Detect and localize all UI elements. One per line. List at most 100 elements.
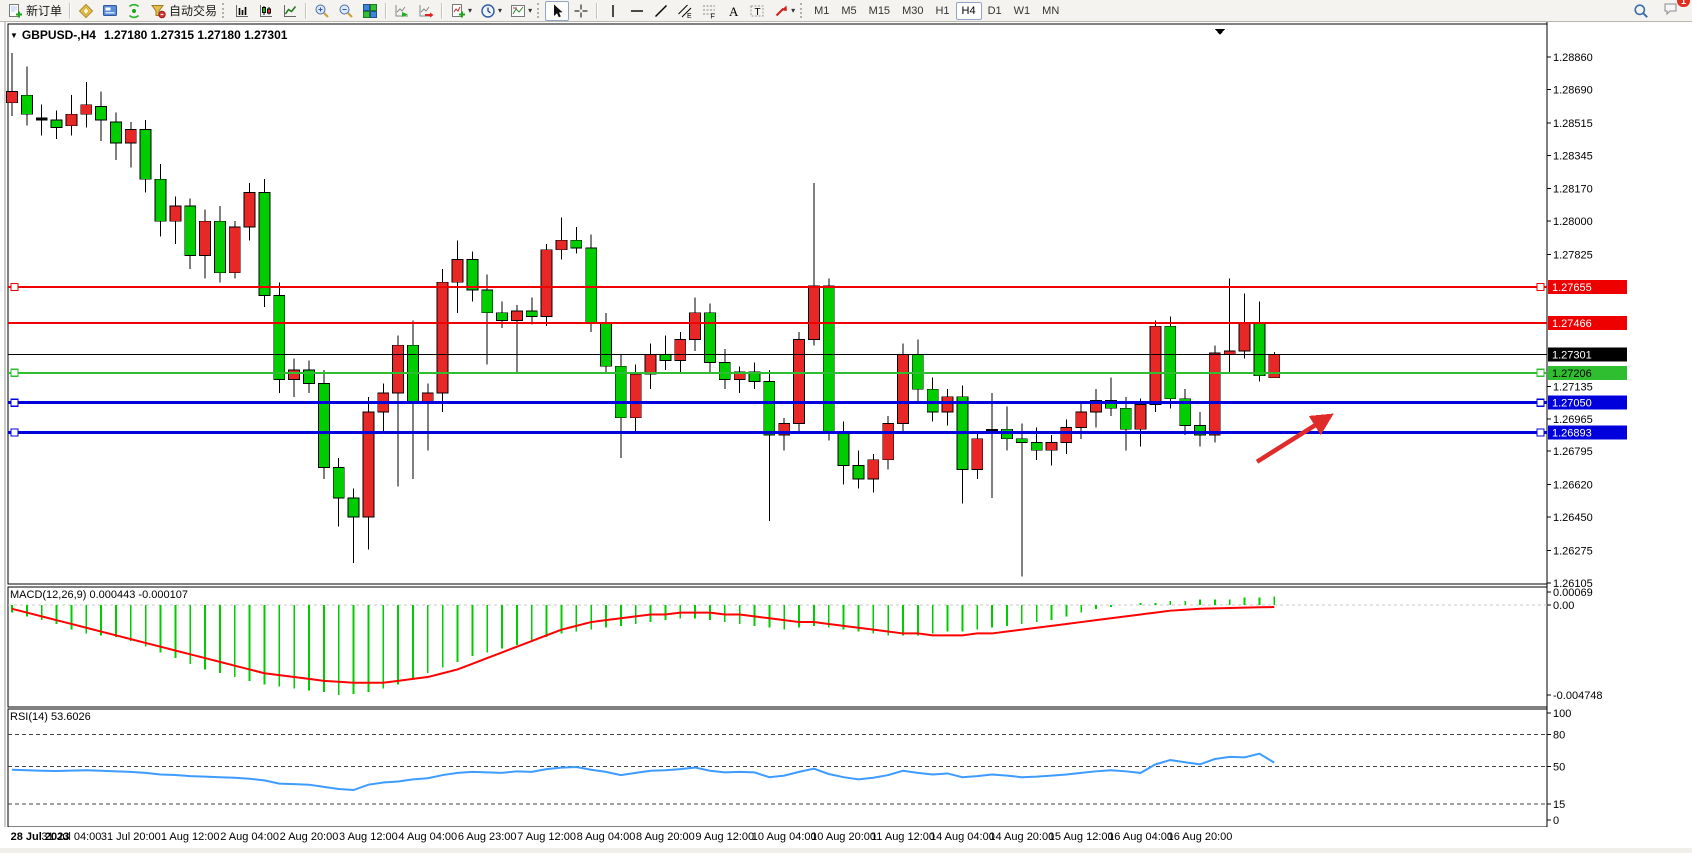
candle (660, 355, 671, 361)
candle (7, 91, 18, 102)
vertical-line-button[interactable] (601, 1, 625, 21)
line-handle[interactable] (11, 369, 18, 376)
svg-text:T: T (755, 7, 761, 18)
metaeditor-button[interactable] (74, 1, 98, 21)
candle (1209, 353, 1220, 435)
line-handle[interactable] (1537, 369, 1544, 376)
horizontal-line-button[interactable] (625, 1, 649, 21)
candle (66, 114, 77, 125)
text-label-icon: T (749, 3, 765, 19)
channel-button[interactable]: E (673, 1, 697, 21)
chart-shift-button[interactable] (414, 1, 438, 21)
indicators-button[interactable]: ▾ (446, 1, 476, 21)
search-icon (1633, 3, 1649, 19)
candle (21, 95, 32, 114)
candle (1165, 326, 1176, 399)
line-handle[interactable] (1537, 284, 1544, 291)
chart-shift-icon (418, 3, 434, 19)
mt4-window: 新订单 自动交易 ▾ ▾ ▾ E F A T ▾ (0, 0, 1692, 853)
candle (942, 397, 953, 412)
rsi-pane[interactable] (8, 709, 1547, 827)
text-icon: A (725, 3, 741, 19)
svg-text:F: F (711, 13, 715, 19)
candle (571, 240, 582, 248)
timeframe-M5[interactable]: M5 (835, 2, 862, 20)
bar-chart-icon (234, 3, 250, 19)
zoom-in-button[interactable] (310, 1, 334, 21)
rsi-tick-label: 15 (1553, 799, 1565, 811)
candle (1061, 427, 1072, 442)
collapse-triangle-icon[interactable]: ▼ (10, 31, 18, 40)
indicators-icon (450, 3, 466, 19)
candle (155, 179, 166, 221)
timeframe-H4[interactable]: H4 (956, 2, 982, 20)
chevron-down-icon: ▾ (498, 6, 502, 15)
templates-button[interactable]: ▾ (506, 1, 536, 21)
fibonacci-button[interactable]: F (697, 1, 721, 21)
line-handle[interactable] (1537, 399, 1544, 406)
chart-canvas[interactable]: 1.288601.286901.285151.283451.281701.280… (0, 22, 1692, 827)
line-handle[interactable] (11, 429, 18, 436)
timeframe-W1[interactable]: W1 (1008, 2, 1037, 20)
zoom-out-icon (338, 3, 354, 19)
line-handle[interactable] (1537, 429, 1544, 436)
candle (526, 311, 537, 317)
terminal-button[interactable] (98, 1, 122, 21)
arrows-icon (773, 3, 789, 19)
new-order-button[interactable]: 新订单 (3, 1, 66, 21)
auto-scroll-icon (394, 3, 410, 19)
price-tick-label: 1.28690 (1553, 84, 1593, 96)
candle (601, 322, 612, 366)
svg-text:E: E (687, 13, 692, 19)
candle (719, 362, 730, 379)
bar-chart-button[interactable] (230, 1, 254, 21)
candle (363, 412, 374, 517)
timeframe-D1[interactable]: D1 (982, 2, 1008, 20)
toolbar-separator (385, 3, 387, 19)
trendline-button[interactable] (649, 1, 673, 21)
crosshair-button[interactable] (569, 1, 593, 21)
main-pane[interactable] (8, 24, 1547, 584)
candle (482, 290, 493, 313)
text-button[interactable]: A (721, 1, 745, 21)
line-chart-icon (282, 3, 298, 19)
terminal-icon (102, 3, 118, 19)
chevron-down-icon: ▾ (468, 6, 472, 15)
timeframe-M15[interactable]: M15 (863, 2, 896, 20)
toolbar-separator (69, 3, 71, 19)
timeframe-M30[interactable]: M30 (896, 2, 929, 20)
line-handle[interactable] (11, 399, 18, 406)
candle (823, 286, 834, 431)
candle (615, 366, 626, 418)
autotrading-button[interactable]: 自动交易 (146, 1, 221, 21)
label-button[interactable]: T (745, 1, 769, 21)
macd-tick-label: 0.00069 (1553, 587, 1593, 599)
cursor-button[interactable] (545, 1, 569, 21)
macd-tick-label: 0.00 (1553, 600, 1574, 612)
timeframe-group: M1M5M15M30H1H4D1W1MN (808, 1, 1065, 20)
tile-windows-button[interactable] (358, 1, 382, 21)
candle (794, 340, 805, 424)
line-handle[interactable] (11, 284, 18, 291)
arrows-button[interactable]: ▾ (769, 1, 799, 21)
search-button[interactable] (1629, 1, 1653, 21)
line-chart-button[interactable] (278, 1, 302, 21)
signals-button[interactable] (122, 1, 146, 21)
candlestick-chart-button[interactable] (254, 1, 278, 21)
time-axis-label: 16 Aug 20:00 (1162, 831, 1238, 843)
candle (36, 118, 47, 120)
timeframe-M1[interactable]: M1 (808, 2, 835, 20)
timeframe-MN[interactable]: MN (1036, 2, 1065, 20)
toolbar-grip (537, 3, 542, 18)
price-tick-label: 1.26620 (1553, 480, 1593, 492)
auto-scroll-button[interactable] (390, 1, 414, 21)
price-tick-label: 1.28515 (1553, 118, 1593, 130)
toolbar-separator (441, 3, 443, 19)
zoom-out-button[interactable] (334, 1, 358, 21)
time-axis[interactable]: 28 Jul 202331 Jul 04:0031 Jul 20:001 Aug… (0, 827, 1692, 849)
chevron-down-icon: ▾ (528, 6, 532, 15)
clock-icon (480, 3, 496, 19)
periods-button[interactable]: ▾ (476, 1, 506, 21)
candle (675, 340, 686, 361)
timeframe-H1[interactable]: H1 (929, 2, 955, 20)
